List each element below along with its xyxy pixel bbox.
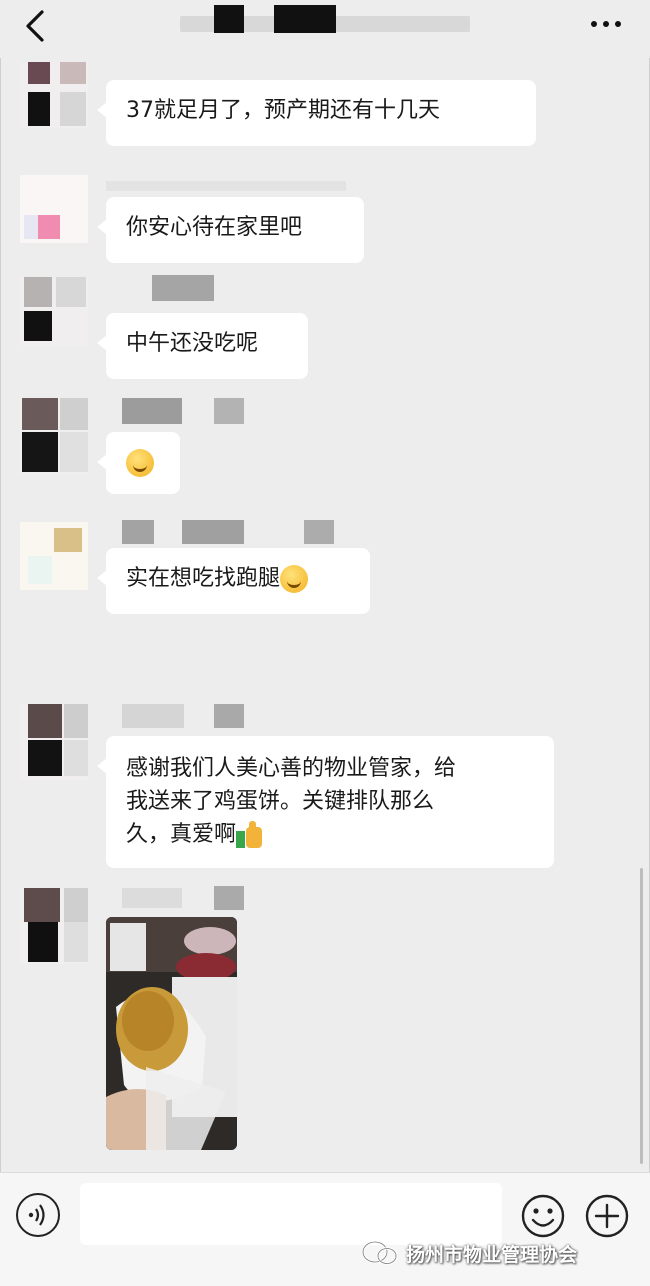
sender-name-blur	[106, 398, 246, 424]
plus-circle-icon[interactable]	[584, 1193, 630, 1239]
scrollbar[interactable]	[640, 868, 643, 1164]
message-bubble[interactable]: 实在想吃找跑腿	[97, 548, 370, 614]
avatar[interactable]	[20, 704, 88, 780]
wechat-official-icon	[361, 1240, 398, 1265]
thumbs-up-emoji	[236, 821, 264, 849]
smiley-icon[interactable]	[520, 1193, 566, 1239]
sender-name-blur	[106, 702, 286, 728]
title-redaction	[274, 5, 336, 33]
message-text: 中午还没吃呢	[126, 331, 259, 356]
avatar[interactable]	[20, 888, 88, 964]
back-icon[interactable]	[18, 8, 54, 44]
watermark: 扬州市物业管理协会	[360, 1236, 577, 1270]
message-text: 37就足月了，预产期还有十几天	[126, 98, 440, 123]
message-text: 你安心待在家里吧	[126, 215, 303, 240]
sender-name-blur	[106, 175, 346, 197]
avatar[interactable]	[20, 398, 88, 474]
avatar[interactable]	[20, 277, 88, 345]
voice-icon[interactable]	[16, 1193, 60, 1237]
message-line: 我送来了鸡蛋饼。关键排队那么	[126, 789, 435, 814]
sweat-smile-emoji	[280, 565, 309, 593]
message-line: 感谢我们人美心善的物业管家，给	[126, 756, 457, 781]
avatar[interactable]	[20, 175, 88, 243]
title-redaction	[214, 5, 244, 33]
avatar[interactable]	[20, 522, 88, 590]
message-text: 实在想吃找跑腿	[126, 566, 281, 591]
sender-name-blur	[106, 884, 266, 910]
sender-name-blur	[106, 518, 346, 544]
message-bubble[interactable]: 中午还没吃呢	[97, 313, 308, 379]
message-bubble[interactable]: 感谢我们人美心善的物业管家，给 我送来了鸡蛋饼。关键排队那么 久，真爱啊	[97, 736, 554, 868]
watermark-text: 扬州市物业管理协会	[406, 1243, 578, 1266]
sweat-smile-emoji	[126, 449, 154, 477]
ellipsis-icon[interactable]	[586, 10, 626, 38]
message-bubble[interactable]: 你安心待在家里吧	[97, 197, 364, 263]
chat-header	[0, 0, 650, 58]
sender-name-blur	[106, 275, 246, 301]
avatar[interactable]	[20, 62, 88, 128]
message-line: 久，真爱啊	[126, 822, 237, 847]
message-bubble[interactable]: 37就足月了，预产期还有十几天	[97, 80, 536, 146]
message-bubble[interactable]	[97, 432, 180, 494]
egg-pancake-photo[interactable]	[106, 917, 237, 1150]
